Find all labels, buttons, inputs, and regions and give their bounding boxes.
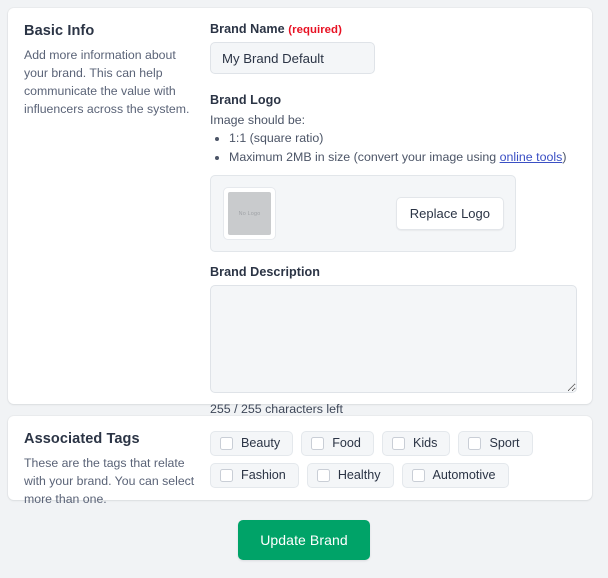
brand-settings-page: Basic Info Add more information about yo… bbox=[0, 0, 608, 578]
basic-info-description: Add more information about your brand. T… bbox=[24, 48, 190, 117]
tag-label: Sport bbox=[489, 436, 520, 451]
associated-tags-description: These are the tags that relate with your… bbox=[24, 456, 195, 507]
checkbox-icon[interactable] bbox=[311, 437, 325, 450]
checkbox-icon[interactable] bbox=[468, 437, 482, 450]
tag-option-fashion[interactable]: Fashion bbox=[210, 463, 299, 488]
checkbox-icon[interactable] bbox=[220, 469, 233, 482]
logo-hint-size-prefix: Maximum 2MB in size (convert your image … bbox=[229, 150, 500, 165]
tag-label: Beauty bbox=[241, 436, 281, 451]
checkbox-icon[interactable] bbox=[411, 469, 425, 482]
tag-option-beauty[interactable]: Beauty bbox=[210, 431, 294, 456]
tag-option-sport[interactable]: Sport bbox=[458, 431, 533, 456]
brand-name-label: Brand Name (required) bbox=[210, 22, 576, 36]
logo-hint-size: Maximum 2MB in size (convert your image … bbox=[229, 148, 576, 167]
brand-logo-label: Brand Logo bbox=[210, 93, 282, 107]
tag-label: Fashion bbox=[241, 468, 286, 483]
tag-row-1: Beauty Food Kids Sport bbox=[210, 431, 576, 456]
basic-info-description-column: Basic Info Add more information about yo… bbox=[24, 22, 210, 388]
tag-option-automotive[interactable]: Automotive bbox=[401, 463, 509, 488]
tag-label: Automotive bbox=[432, 468, 496, 483]
brand-logo-placeholder-image: No Logo bbox=[228, 192, 271, 236]
tag-label: Food bbox=[332, 436, 361, 451]
brand-logo-thumbnail-frame: No Logo bbox=[223, 187, 276, 241]
tag-option-healthy[interactable]: Healthy bbox=[306, 463, 394, 488]
tag-option-food[interactable]: Food bbox=[301, 431, 374, 456]
logo-hint-list: 1:1 (square ratio) Maximum 2MB in size (… bbox=[210, 129, 576, 167]
brand-logo-upload-box: No Logo Replace Logo bbox=[210, 175, 516, 253]
update-brand-button[interactable]: Update Brand bbox=[238, 520, 370, 560]
page-title: Basic Info bbox=[24, 23, 95, 39]
basic-info-fields-column: Brand Name (required) Brand Logo Image s… bbox=[210, 22, 577, 416]
logo-hint-intro: Image should be: bbox=[210, 113, 306, 127]
brand-name-required-note: (required) bbox=[288, 24, 342, 36]
tag-options-column: Beauty Food Kids Sport Fashion Healthy A… bbox=[210, 430, 576, 488]
character-counter: 255 / 255 characters left bbox=[210, 402, 343, 417]
basic-info-card: Basic Info Add more information about yo… bbox=[8, 8, 592, 416]
tag-row-2: Fashion Healthy Automotive bbox=[210, 463, 576, 488]
checkbox-icon[interactable] bbox=[220, 437, 233, 450]
submit-row: Update Brand bbox=[8, 520, 600, 560]
associated-tags-card: Associated Tags These are the tags that … bbox=[8, 416, 592, 506]
checkbox-icon[interactable] bbox=[391, 437, 405, 450]
checkbox-icon[interactable] bbox=[316, 469, 330, 482]
logo-hint-size-suffix: ) bbox=[562, 150, 567, 165]
logo-hint-ratio: 1:1 (square ratio) bbox=[229, 129, 576, 148]
tag-label: Healthy bbox=[337, 468, 381, 483]
replace-logo-button[interactable]: Replace Logo bbox=[395, 197, 504, 231]
associated-tags-title: Associated Tags bbox=[24, 431, 140, 447]
brand-description-textarea[interactable] bbox=[210, 285, 577, 394]
tag-option-kids[interactable]: Kids bbox=[381, 431, 451, 456]
brand-description-label: Brand Description bbox=[210, 265, 321, 280]
online-tools-link[interactable]: online tools bbox=[500, 150, 563, 164]
brand-name-label-text: Brand Name bbox=[210, 22, 285, 36]
associated-tags-description-column: Associated Tags These are the tags that … bbox=[24, 430, 210, 506]
tag-label: Kids bbox=[412, 436, 438, 451]
brand-name-input[interactable] bbox=[210, 42, 375, 74]
